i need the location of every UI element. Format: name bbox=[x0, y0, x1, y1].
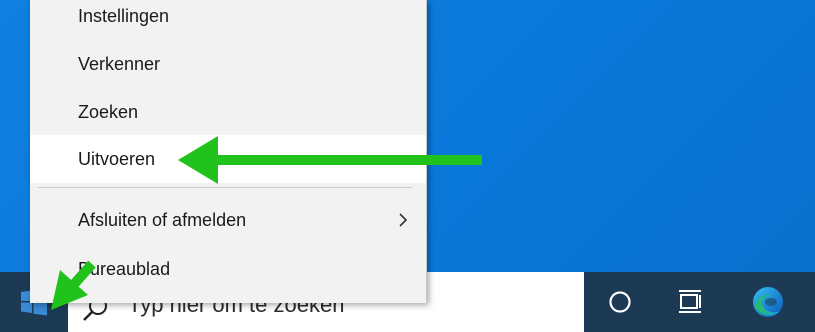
menu-item-instellingen[interactable]: Instellingen bbox=[30, 0, 426, 40]
menu-separator bbox=[38, 187, 412, 188]
task-view-icon bbox=[679, 290, 701, 313]
menu-item-label: Afsluiten of afmelden bbox=[78, 209, 247, 230]
menu-item-label: Verkenner bbox=[78, 53, 161, 74]
start-context-menu: Instellingen Verkenner Zoeken Uitvoeren … bbox=[30, 0, 427, 303]
menu-item-label: Bureaublad bbox=[78, 258, 171, 279]
menu-item-zoeken[interactable]: Zoeken bbox=[30, 88, 426, 136]
task-view-button[interactable] bbox=[662, 272, 718, 332]
cortana-button[interactable] bbox=[592, 272, 648, 332]
menu-item-label: Zoeken bbox=[78, 101, 139, 122]
menu-item-label: Uitvoeren bbox=[78, 148, 156, 169]
cortana-icon bbox=[609, 291, 631, 313]
edge-icon bbox=[753, 287, 783, 317]
chevron-right-icon bbox=[399, 213, 408, 227]
menu-item-label: Instellingen bbox=[78, 5, 170, 26]
edge-button[interactable] bbox=[740, 272, 796, 332]
menu-item-uitvoeren[interactable]: Uitvoeren bbox=[30, 135, 426, 183]
menu-item-bureaublad[interactable]: Bureaublad bbox=[30, 245, 426, 293]
menu-item-verkenner[interactable]: Verkenner bbox=[30, 40, 426, 88]
menu-item-afsluiten[interactable]: Afsluiten of afmelden bbox=[30, 196, 426, 244]
